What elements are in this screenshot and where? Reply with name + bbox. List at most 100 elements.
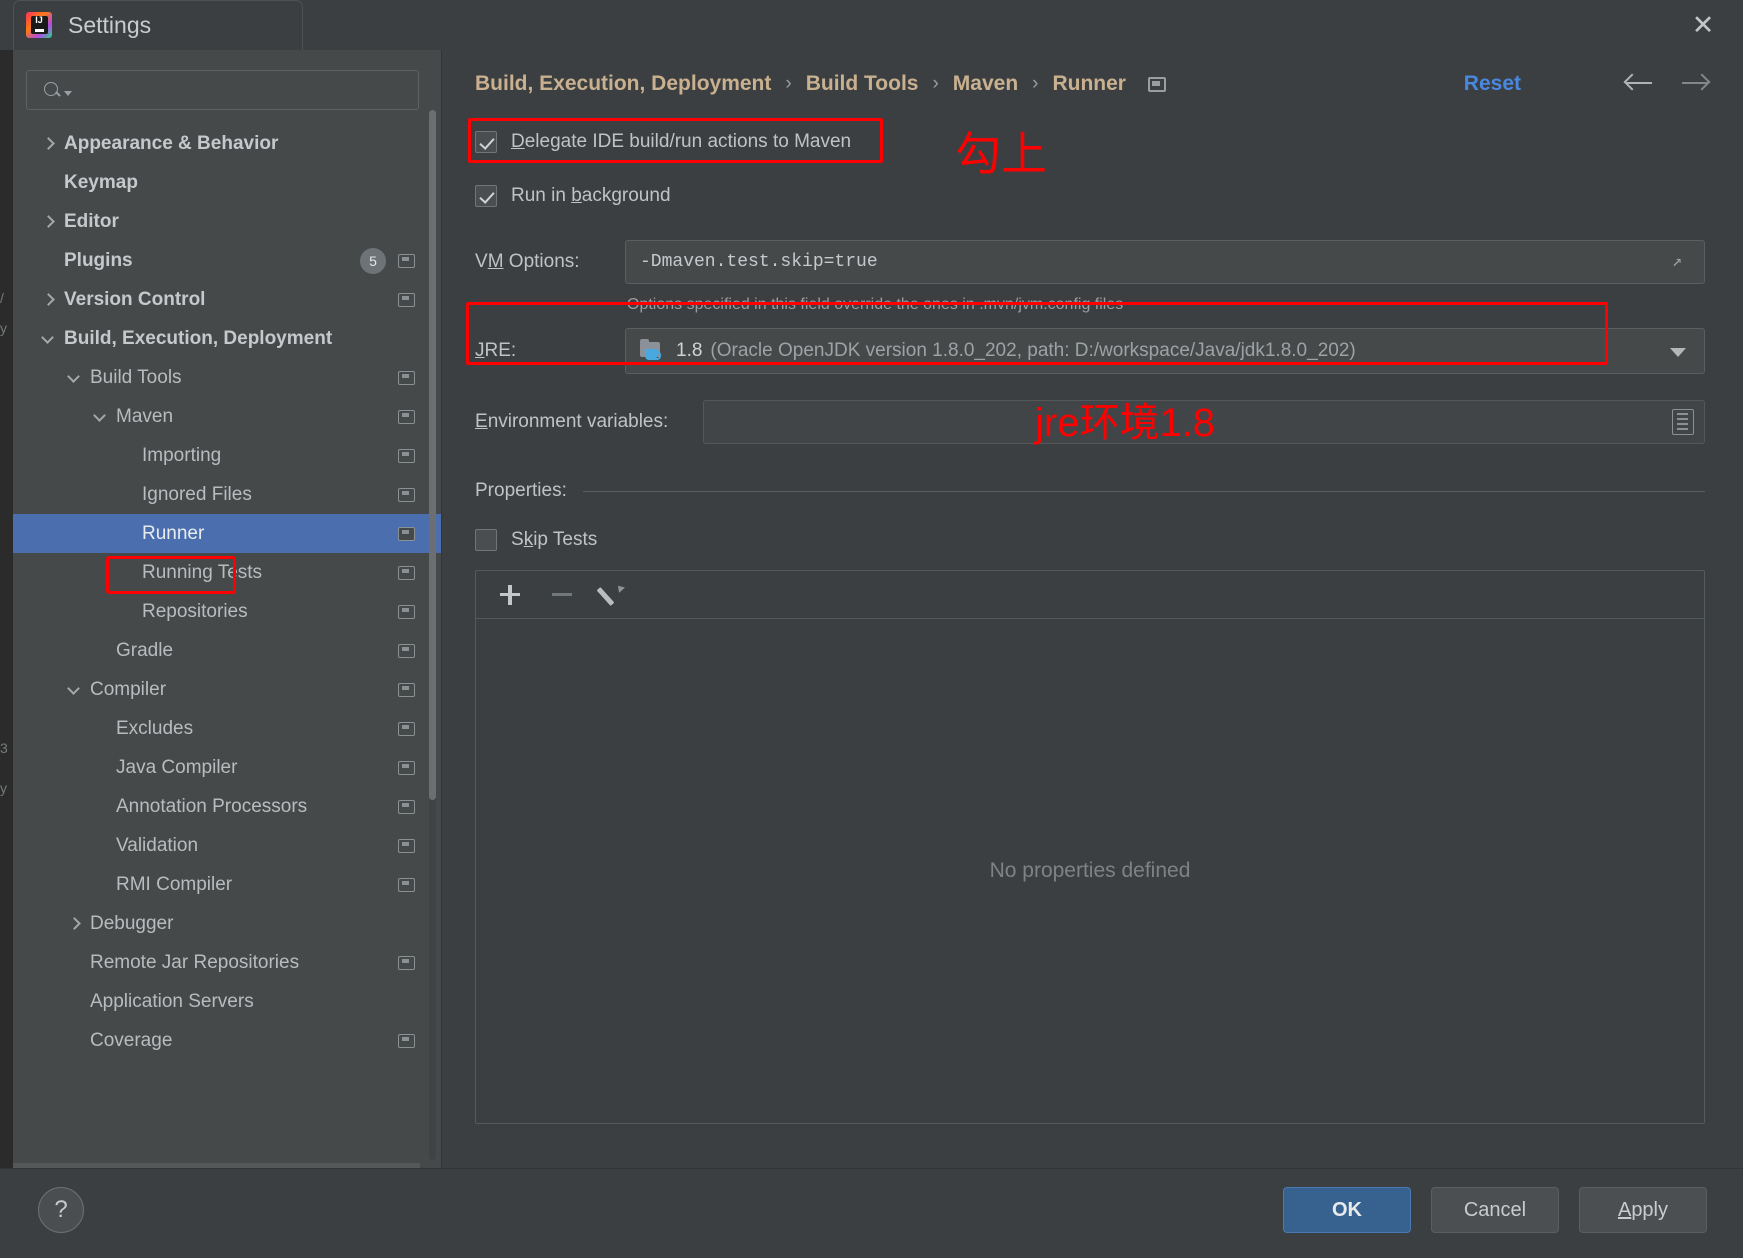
sidebar-item-validation[interactable]: Validation (0, 826, 441, 865)
sidebar-scrollbar-thumb[interactable] (429, 110, 436, 800)
breadcrumb-separator: › (932, 73, 939, 94)
settings-tree[interactable]: Appearance & Behavior Keymap Editor Plugins… (0, 124, 441, 1060)
title-bar: IJ Settings ✕ (0, 0, 1743, 50)
cancel-button[interactable]: Cancel (1431, 1187, 1559, 1233)
apply-button[interactable]: Apply (1579, 1187, 1707, 1233)
button-label: Cancel (1463, 1198, 1527, 1221)
arrow-placeholder (118, 565, 134, 581)
sidebar-item-excludes[interactable]: Excludes (0, 709, 441, 748)
env-vars-input[interactable] (703, 400, 1705, 444)
vm-options-input[interactable]: -Dmaven.test.skip=true ↗ (625, 240, 1705, 284)
sidebar-item-label: Running Tests (142, 561, 263, 583)
sidebar-item-label: Editor (64, 210, 119, 232)
sidebar-item-maven[interactable]: Maven (0, 397, 441, 436)
project-scope-icon (398, 877, 415, 892)
chevron-right-icon[interactable] (40, 136, 56, 152)
project-scope-icon (398, 643, 415, 658)
sidebar-item-label: Compiler (90, 678, 167, 700)
sidebar-item-coverage[interactable]: Coverage (0, 1021, 441, 1060)
sidebar-item-appearance-behavior[interactable]: Appearance & Behavior (0, 124, 441, 163)
breadcrumb-item[interactable]: Runner (1052, 72, 1126, 96)
close-icon[interactable]: ✕ (1679, 5, 1727, 45)
sidebar-item-label: RMI Compiler (116, 873, 233, 895)
chevron-down-icon[interactable] (66, 682, 82, 698)
sidebar-item-ignored-files[interactable]: Ignored Files (0, 475, 441, 514)
sidebar-item-label: Application Servers (90, 990, 254, 1012)
settings-dialog: IJ Settings ✕ Appearance & Behavior Keyma… (0, 0, 1743, 1258)
section-divider (582, 490, 1705, 492)
sidebar-item-running-tests[interactable]: Running Tests (0, 553, 441, 592)
project-scope-icon (398, 1033, 415, 1048)
delegate-checkbox[interactable] (475, 131, 497, 153)
chevron-down-icon[interactable] (66, 370, 82, 386)
jre-description: (Oracle OpenJDK version 1.8.0_202, path:… (710, 340, 1356, 361)
vm-options-label: VM Options: (475, 251, 580, 272)
forward-arrow-icon[interactable] (1680, 70, 1711, 96)
chevron-down-icon (64, 90, 72, 96)
run-in-background-checkbox[interactable] (475, 185, 497, 207)
jre-version: 1.8 (676, 340, 703, 361)
skip-tests-checkbox[interactable] (475, 529, 497, 551)
sidebar-item-gradle[interactable]: Gradle (0, 631, 441, 670)
sidebar-item-label: Remote Jar Repositories (90, 951, 300, 973)
reset-link[interactable]: Reset (1464, 72, 1521, 96)
properties-panel: No properties defined (475, 570, 1705, 1124)
sidebar-item-remote-jar-repositories[interactable]: Remote Jar Repositories (0, 943, 441, 982)
remove-icon[interactable] (542, 577, 582, 613)
sidebar-item-label: Debugger (90, 912, 174, 934)
sidebar-item-plugins[interactable]: Plugins 5 (0, 241, 441, 280)
sidebar-item-compiler[interactable]: Compiler (0, 670, 441, 709)
breadcrumb-item[interactable]: Build, Execution, Deployment (475, 72, 771, 96)
add-icon[interactable] (490, 577, 530, 613)
sidebar-item-keymap[interactable]: Keymap (0, 163, 441, 202)
sidebar-item-label: Build Tools (90, 366, 182, 388)
sidebar-item-importing[interactable]: Importing (0, 436, 441, 475)
search-input[interactable] (72, 81, 408, 99)
run-in-background-checkbox-row[interactable]: Run in background (475, 180, 1743, 212)
sidebar-item-runner[interactable]: Runner (0, 514, 441, 553)
sidebar-item-editor[interactable]: Editor (0, 202, 441, 241)
sidebar-item-java-compiler[interactable]: Java Compiler (0, 748, 441, 787)
project-scope-icon (398, 526, 415, 541)
sidebar-item-repositories[interactable]: Repositories (0, 592, 441, 631)
edit-icon[interactable] (594, 577, 634, 613)
chevron-right-icon[interactable] (66, 916, 82, 932)
back-arrow-icon[interactable] (1623, 70, 1654, 96)
sidebar-item-build-tools[interactable]: Build Tools (0, 358, 441, 397)
breadcrumb: Build, Execution, Deployment › Build Tools… (475, 72, 1166, 96)
sidebar-item-label: Keymap (64, 171, 138, 193)
chevron-down-icon[interactable] (1670, 348, 1686, 357)
sidebar-item-application-servers[interactable]: Application Servers (0, 982, 441, 1021)
search-box[interactable] (26, 70, 419, 110)
sidebar-item-label: Ignored Files (142, 483, 252, 505)
skip-tests-checkbox-label: Skip Tests (511, 529, 598, 550)
sidebar-item-label: Appearance & Behavior (64, 132, 279, 154)
sidebar-item-build-execution-deployment[interactable]: Build, Execution, Deployment (0, 319, 441, 358)
footer-button-group: OK Cancel Apply (1283, 1187, 1707, 1233)
help-button[interactable]: ? (38, 1187, 84, 1233)
chevron-down-icon[interactable] (40, 331, 56, 347)
chevron-right-icon[interactable] (40, 214, 56, 230)
project-scope-icon (398, 760, 415, 775)
nav-arrows (1623, 70, 1711, 96)
expand-icon[interactable]: ↗ (1672, 254, 1690, 272)
jre-combobox[interactable]: 1.8 (Oracle OpenJDK version 1.8.0_202, p… (625, 328, 1705, 374)
sidebar-item-debugger[interactable]: Debugger (0, 904, 441, 943)
delegate-checkbox-row[interactable]: Delegate IDE build/run actions to Maven (475, 126, 1743, 158)
sidebar-item-version-control[interactable]: Version Control (0, 280, 441, 319)
breadcrumb-item[interactable]: Build Tools (806, 72, 919, 96)
arrow-placeholder (40, 253, 56, 269)
env-vars-row: Environment variables: (475, 400, 1705, 444)
chevron-down-icon[interactable] (92, 409, 108, 425)
breadcrumb-item[interactable]: Maven (953, 72, 1018, 96)
sidebar-item-label: Annotation Processors (116, 795, 308, 817)
sidebar-item-annotation-processors[interactable]: Annotation Processors (0, 787, 441, 826)
env-vars-browse-icon[interactable] (1672, 409, 1694, 435)
jre-row: JRE: 1.8 (Oracle OpenJDK version 1.8.0_2… (475, 328, 1705, 374)
arrow-placeholder (118, 487, 134, 503)
sidebar-item-rmi-compiler[interactable]: RMI Compiler (0, 865, 441, 904)
chevron-right-icon[interactable] (40, 292, 56, 308)
skip-tests-checkbox-row[interactable]: Skip Tests (475, 524, 1743, 556)
sidebar-item-label: Plugins (64, 249, 133, 271)
ok-button[interactable]: OK (1283, 1187, 1411, 1233)
